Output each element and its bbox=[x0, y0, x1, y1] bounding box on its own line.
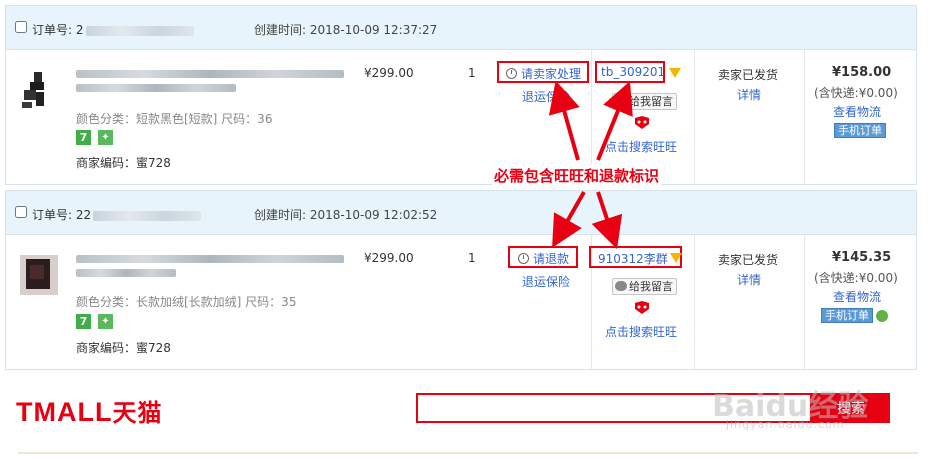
created-time: 创建时间: 2018-10-09 12:02:52 bbox=[254, 208, 438, 222]
detail-link[interactable]: 详情 bbox=[737, 86, 761, 103]
refresh-icon[interactable] bbox=[876, 310, 888, 322]
clock-icon bbox=[506, 68, 517, 79]
logistics-link[interactable]: 查看物流 bbox=[833, 103, 881, 120]
wangwang-icon[interactable] bbox=[634, 116, 650, 130]
clock-icon bbox=[518, 253, 529, 264]
merchant-code: 商家编码：蜜728 bbox=[76, 156, 171, 170]
order-total: ¥145.35 bbox=[832, 250, 892, 265]
message-button[interactable]: 给我留言 bbox=[612, 278, 677, 295]
return-insurance-link[interactable]: 退运保险 bbox=[522, 88, 570, 105]
wangwang-icon[interactable] bbox=[634, 301, 650, 315]
merchant-code: 商家编码：蜜728 bbox=[76, 341, 171, 355]
chat-icon bbox=[615, 281, 627, 291]
buyer-id-link[interactable]: 910312李群 bbox=[598, 250, 668, 267]
unit-price: ¥299.00 bbox=[364, 251, 414, 265]
guarantee-icon: ✦ bbox=[98, 314, 113, 329]
annotation-label: 必需包含旺旺和退款标识 bbox=[492, 165, 662, 186]
unit-price: ¥299.00 bbox=[364, 66, 414, 80]
order-checkbox[interactable] bbox=[15, 206, 27, 218]
order-row: 颜色分类：短款黑色[短款] 尺码：36 7 ✦ 商家编码：蜜728 ¥299.0… bbox=[6, 50, 916, 184]
mobile-order-badge: 手机订单 bbox=[834, 123, 886, 138]
order-number: 订单号: 2 bbox=[32, 21, 194, 38]
order-checkbox[interactable] bbox=[15, 21, 27, 33]
product-sku: 颜色分类：长款加绒[长款加绒] 尺码：35 bbox=[76, 295, 297, 309]
search-wangwang-link[interactable]: 点击搜索旺旺 bbox=[605, 138, 677, 155]
flag-icon bbox=[669, 68, 681, 78]
created-time: 创建时间: 2018-10-09 12:37:27 bbox=[254, 23, 438, 37]
order-card: 订单号: 2 创建时间: 2018-10-09 12:37:27 颜色分类：短款… bbox=[5, 5, 917, 185]
buyer-id-link[interactable]: tb_309201 bbox=[601, 65, 665, 79]
order-status: 卖家已发货 bbox=[718, 68, 779, 82]
order-total: ¥158.00 bbox=[832, 65, 892, 80]
product-sku: 颜色分类：短款黑色[短款] 尺码：36 bbox=[76, 112, 273, 126]
order-status: 卖家已发货 bbox=[718, 253, 779, 267]
refund-link[interactable]: 请退款 bbox=[518, 250, 569, 267]
return-insurance-link[interactable]: 退运保险 bbox=[522, 273, 570, 290]
detail-link[interactable]: 详情 bbox=[737, 271, 761, 288]
product-title[interactable] bbox=[76, 70, 344, 78]
order-header: 订单号: 2 创建时间: 2018-10-09 12:37:27 bbox=[6, 6, 916, 50]
guarantee-icon: ✦ bbox=[98, 130, 113, 145]
refund-link[interactable]: 请卖家处理 bbox=[506, 65, 581, 82]
baidu-watermark-url: jingyan.baidu.com bbox=[726, 418, 845, 431]
product-title[interactable] bbox=[76, 255, 344, 263]
mobile-order-badge: 手机订单 bbox=[821, 308, 873, 323]
divider bbox=[18, 452, 918, 454]
tmall-logo[interactable]: TMALL天猫 bbox=[16, 393, 162, 428]
message-button[interactable]: 给我留言 bbox=[612, 93, 677, 110]
search-wangwang-link[interactable]: 点击搜索旺旺 bbox=[605, 323, 677, 340]
chat-icon bbox=[615, 96, 627, 106]
order-card: 订单号: 22 创建时间: 2018-10-09 12:02:52 颜色分类：长… bbox=[5, 190, 917, 370]
shipping-fee: (含快递:¥0.00) bbox=[814, 86, 898, 100]
product-thumbnail[interactable] bbox=[20, 70, 58, 118]
order-header: 订单号: 22 创建时间: 2018-10-09 12:02:52 bbox=[6, 191, 916, 235]
quantity: 1 bbox=[468, 66, 476, 80]
product-thumbnail[interactable] bbox=[20, 251, 58, 299]
flag-icon bbox=[670, 253, 682, 263]
logistics-link[interactable]: 查看物流 bbox=[833, 288, 881, 305]
order-number: 订单号: 22 bbox=[32, 206, 202, 223]
shipping-fee: (含快递:¥0.00) bbox=[814, 271, 898, 285]
quantity: 1 bbox=[468, 251, 476, 265]
seven-day-return-icon: 7 bbox=[76, 130, 91, 145]
seven-day-return-icon: 7 bbox=[76, 314, 91, 329]
order-row: 颜色分类：长款加绒[长款加绒] 尺码：35 7 ✦ 商家编码：蜜728 ¥299… bbox=[6, 235, 916, 369]
